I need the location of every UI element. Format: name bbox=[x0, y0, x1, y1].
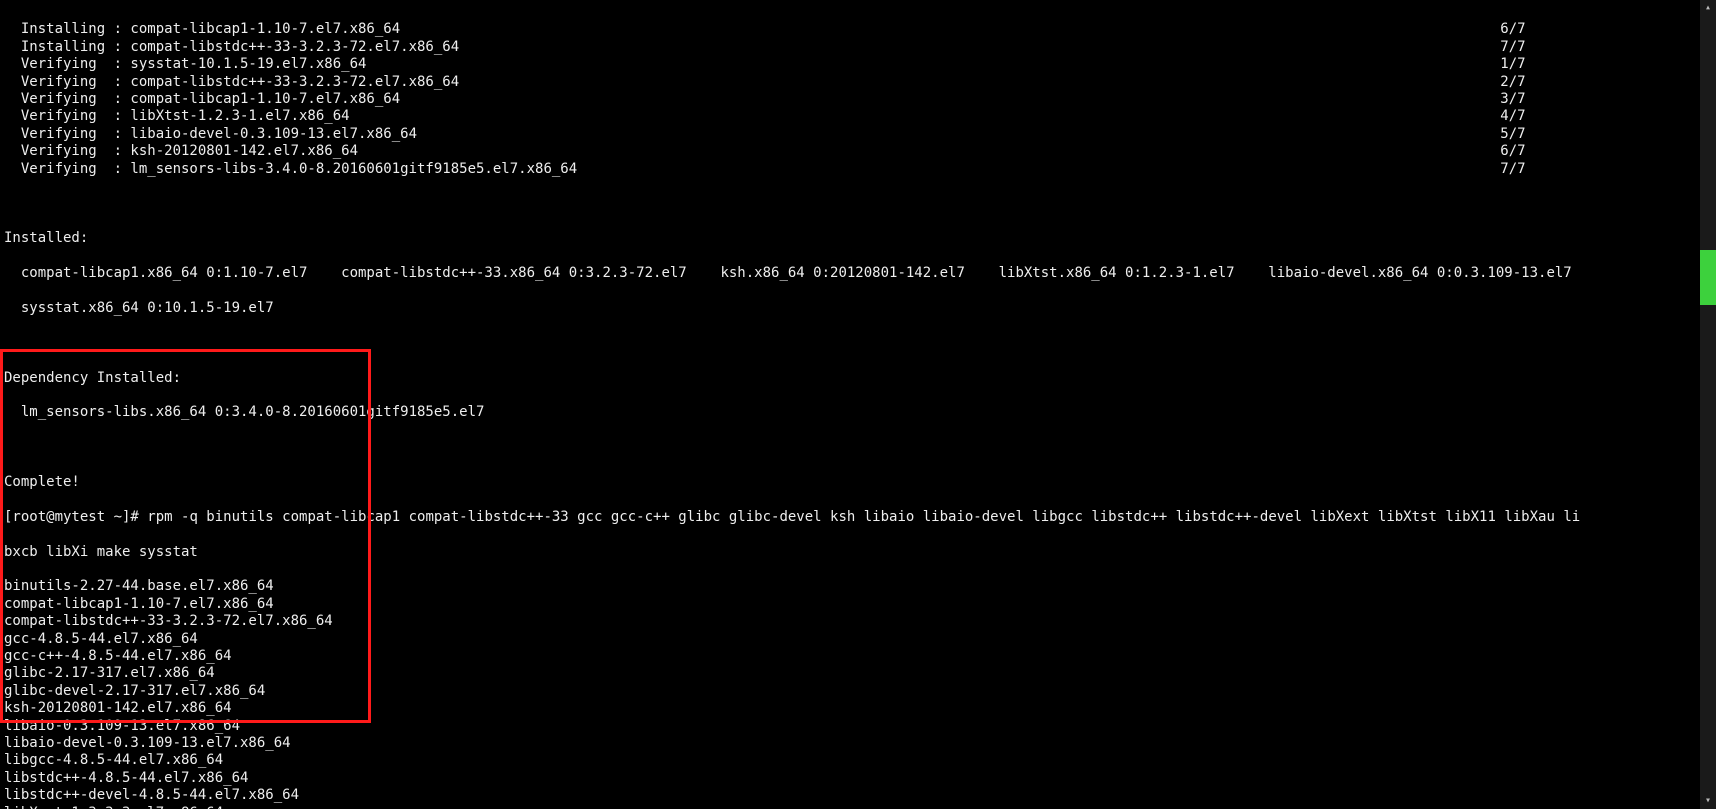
scrollbar-thumb[interactable] bbox=[1700, 250, 1716, 305]
command-line-1-wrap: bxcb libXi make sysstat bbox=[4, 544, 1696, 561]
progress-count: 1/7 bbox=[1500, 56, 1534, 73]
progress-action: Verifying : sysstat-10.1.5-19.el7.x86_64 bbox=[4, 56, 366, 73]
rpm-output-line: gcc-c++-4.8.5-44.el7.x86_64 bbox=[4, 648, 1696, 665]
progress-action: Verifying : ksh-20120801-142.el7.x86_64 bbox=[4, 143, 358, 160]
installed-packages-line1: compat-libcap1.x86_64 0:1.10-7.el7 compa… bbox=[4, 265, 1696, 282]
progress-count: 5/7 bbox=[1500, 126, 1534, 143]
progress-count: 3/7 bbox=[1500, 91, 1534, 108]
progress-count: 2/7 bbox=[1500, 74, 1534, 91]
scrollbar-track[interactable]: ▴ ▾ bbox=[1700, 0, 1716, 809]
progress-count: 6/7 bbox=[1500, 21, 1534, 38]
blank-line bbox=[4, 195, 1696, 212]
rpm-output-line: libstdc++-devel-4.8.5-44.el7.x86_64 bbox=[4, 787, 1696, 804]
yum-progress-line: Verifying : lm_sensors-libs-3.4.0-8.2016… bbox=[4, 161, 1534, 178]
yum-progress-line: Installing : compat-libstdc++-33-3.2.3-7… bbox=[4, 39, 1534, 56]
installed-packages-line2: sysstat.x86_64 0:10.1.5-19.el7 bbox=[4, 300, 1696, 317]
installed-header: Installed: bbox=[4, 230, 1696, 247]
rpm-output-line: libstdc++-4.8.5-44.el7.x86_64 bbox=[4, 770, 1696, 787]
rpm-output-line: compat-libcap1-1.10-7.el7.x86_64 bbox=[4, 596, 1696, 613]
terminal-output[interactable]: Installing : compat-libcap1-1.10-7.el7.x… bbox=[0, 0, 1700, 809]
rpm-output-line: glibc-2.17-317.el7.x86_64 bbox=[4, 665, 1696, 682]
dependency-installed-header: Dependency Installed: bbox=[4, 370, 1696, 387]
progress-action: Verifying : libXtst-1.2.3-1.el7.x86_64 bbox=[4, 108, 350, 125]
rpm-output-line: compat-libstdc++-33-3.2.3-72.el7.x86_64 bbox=[4, 613, 1696, 630]
scrollbar-up-arrow-icon[interactable]: ▴ bbox=[1700, 0, 1716, 16]
progress-action: Verifying : compat-libcap1-1.10-7.el7.x8… bbox=[4, 91, 400, 108]
rpm-command-part1: rpm -q binutils compat-libcap1 compat-li… bbox=[147, 509, 1580, 525]
progress-action: Verifying : lm_sensors-libs-3.4.0-8.2016… bbox=[4, 161, 577, 178]
progress-action: Verifying : compat-libstdc++-33-3.2.3-72… bbox=[4, 74, 459, 91]
rpm-output-line: glibc-devel-2.17-317.el7.x86_64 bbox=[4, 683, 1696, 700]
dependency-installed-line: lm_sensors-libs.x86_64 0:3.4.0-8.2016060… bbox=[4, 404, 1696, 421]
blank-line bbox=[4, 335, 1696, 352]
shell-prompt: [root@mytest ~]# bbox=[4, 509, 147, 525]
progress-action: Installing : compat-libcap1-1.10-7.el7.x… bbox=[4, 21, 400, 38]
complete-message: Complete! bbox=[4, 474, 1696, 491]
progress-count: 7/7 bbox=[1500, 39, 1534, 56]
blank-line bbox=[4, 439, 1696, 456]
command-line-1: [root@mytest ~]# rpm -q binutils compat-… bbox=[4, 509, 1696, 526]
rpm-output-line: libaio-0.3.109-13.el7.x86_64 bbox=[4, 718, 1696, 735]
rpm-output-line: libaio-devel-0.3.109-13.el7.x86_64 bbox=[4, 735, 1696, 752]
yum-progress-line: Verifying : libaio-devel-0.3.109-13.el7.… bbox=[4, 126, 1534, 143]
progress-action: Verifying : libaio-devel-0.3.109-13.el7.… bbox=[4, 126, 417, 143]
yum-progress-line: Installing : compat-libcap1-1.10-7.el7.x… bbox=[4, 21, 1534, 38]
yum-progress-line: Verifying : compat-libstdc++-33-3.2.3-72… bbox=[4, 74, 1534, 91]
yum-progress-line: Verifying : ksh-20120801-142.el7.x86_64 6… bbox=[4, 143, 1534, 160]
progress-count: 4/7 bbox=[1500, 108, 1534, 125]
progress-count: 6/7 bbox=[1500, 143, 1534, 160]
rpm-output-line: ksh-20120801-142.el7.x86_64 bbox=[4, 700, 1696, 717]
scrollbar-down-arrow-icon[interactable]: ▾ bbox=[1700, 793, 1716, 809]
rpm-output-line: gcc-4.8.5-44.el7.x86_64 bbox=[4, 631, 1696, 648]
yum-progress-line: Verifying : libXtst-1.2.3-1.el7.x86_64 4/… bbox=[4, 108, 1534, 125]
progress-action: Installing : compat-libstdc++-33-3.2.3-7… bbox=[4, 39, 459, 56]
rpm-output-line: libXext-1.3.3-3.el7.x86_64 bbox=[4, 805, 1696, 809]
rpm-output-line: libgcc-4.8.5-44.el7.x86_64 bbox=[4, 752, 1696, 769]
yum-progress-line: Verifying : compat-libcap1-1.10-7.el7.x8… bbox=[4, 91, 1534, 108]
rpm-output-line: binutils-2.27-44.base.el7.x86_64 bbox=[4, 578, 1696, 595]
yum-progress-line: Verifying : sysstat-10.1.5-19.el7.x86_64… bbox=[4, 56, 1534, 73]
progress-count: 7/7 bbox=[1500, 161, 1534, 178]
